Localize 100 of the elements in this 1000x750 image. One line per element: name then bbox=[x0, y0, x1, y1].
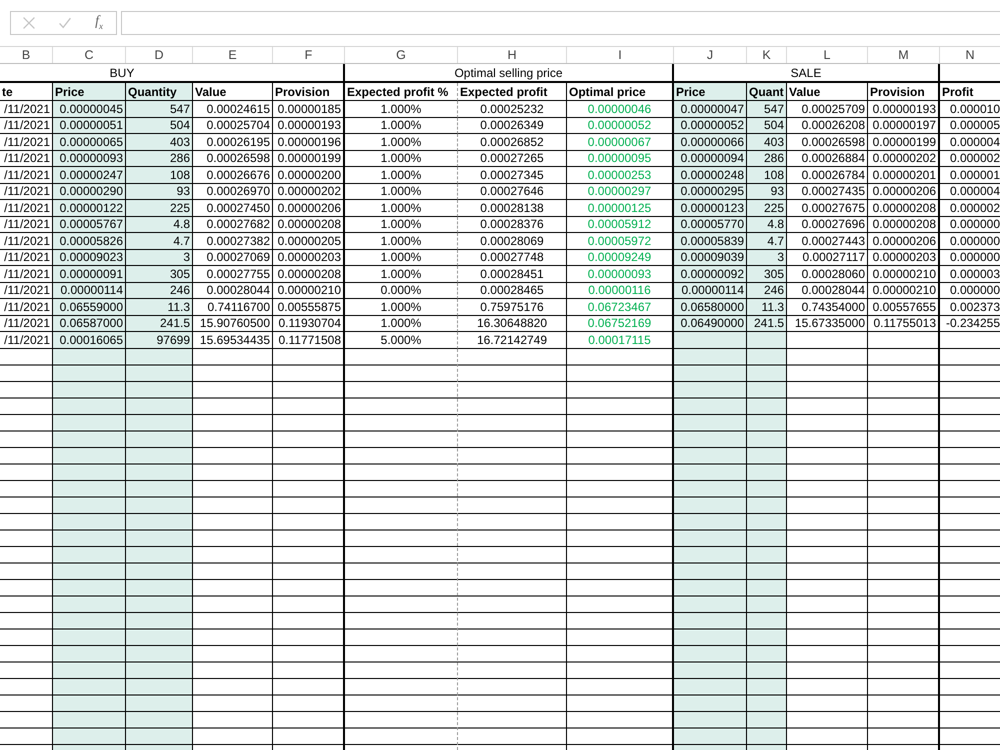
table-cell: 246 bbox=[747, 282, 787, 299]
table-cell: 0.00005839 bbox=[674, 233, 747, 250]
table-cell: 0.00000065 bbox=[53, 134, 126, 150]
column-header[interactable]: F bbox=[273, 47, 345, 63]
table-cell: 93 bbox=[126, 184, 193, 200]
close-icon[interactable] bbox=[23, 17, 35, 29]
table-cell: 0.00000248 bbox=[674, 167, 747, 184]
table-cell: 0.00026598 bbox=[787, 134, 868, 150]
table-cell: 0.00027345 bbox=[458, 167, 567, 184]
column-header[interactable]: E bbox=[193, 47, 273, 63]
table-cell: 547 bbox=[747, 101, 787, 118]
table-cell: 0.00000093 bbox=[53, 150, 126, 167]
column-header[interactable]: D bbox=[126, 47, 193, 63]
table-cell: 0.00000091 bbox=[53, 266, 126, 282]
header-cell: Value bbox=[787, 83, 868, 101]
column-header[interactable]: B bbox=[0, 47, 53, 63]
table-cell: 0.06587000 bbox=[53, 316, 126, 332]
table-cell: 0.00026676 bbox=[193, 167, 273, 184]
table-cell: 93 bbox=[747, 184, 787, 200]
table-cell: 0.00026208 bbox=[787, 118, 868, 134]
table-cell: 0.00026598 bbox=[193, 150, 273, 167]
table-cell: 403 bbox=[747, 134, 787, 150]
table-cell: 225 bbox=[747, 200, 787, 216]
table-cell: 0.00000201 bbox=[868, 167, 940, 184]
table-cell: 1.000% bbox=[345, 200, 458, 216]
column-header[interactable]: L bbox=[787, 47, 868, 63]
table-cell: 0.000003 bbox=[940, 266, 1000, 282]
table-cell: 0.00000185 bbox=[273, 101, 345, 118]
table-cell: 0.00026970 bbox=[193, 184, 273, 200]
table-cell: 0.00000206 bbox=[868, 233, 940, 250]
table-cell: 286 bbox=[126, 150, 193, 167]
table-cell: 0.00028060 bbox=[787, 266, 868, 282]
table-cell: 0.00028138 bbox=[458, 200, 567, 216]
table-cell: 0.00027435 bbox=[787, 184, 868, 200]
table-cell: 0.00557655 bbox=[868, 299, 940, 316]
formula-bar-field[interactable] bbox=[121, 11, 1000, 35]
table-cell: 0.000002 bbox=[940, 150, 1000, 167]
table-cell: 0.00026884 bbox=[787, 150, 868, 167]
table-cell: 0.00000123 bbox=[674, 200, 747, 216]
table-cell: 0.00000094 bbox=[674, 150, 747, 167]
table-cell: 0.00027748 bbox=[458, 250, 567, 266]
table-cell: 11.3 bbox=[747, 299, 787, 316]
table-cell: 0.00000052 bbox=[674, 118, 747, 134]
table-cell: 0.00027682 bbox=[193, 216, 273, 233]
table-cell: 0.00027646 bbox=[458, 184, 567, 200]
table-cell: 0.00000197 bbox=[868, 118, 940, 134]
table-cell: 1.000% bbox=[345, 134, 458, 150]
table-cell: 0.00027069 bbox=[193, 250, 273, 266]
table-cell: 1.000% bbox=[345, 184, 458, 200]
table-cell: 0.00000290 bbox=[53, 184, 126, 200]
table-cell: 1.000% bbox=[345, 316, 458, 332]
column-header[interactable]: N bbox=[940, 47, 1000, 63]
table-cell: 305 bbox=[126, 266, 193, 282]
column-header[interactable]: H bbox=[458, 47, 567, 63]
column-header[interactable]: J bbox=[674, 47, 747, 63]
table-cell: 4.8 bbox=[747, 216, 787, 233]
header-cell: Provision bbox=[273, 83, 345, 101]
table-cell: 4.7 bbox=[126, 233, 193, 250]
table-cell: 0.00000199 bbox=[273, 150, 345, 167]
insert-function-button[interactable]: f$_{x}$ bbox=[94, 15, 104, 31]
column-header[interactable]: I bbox=[567, 47, 674, 63]
table-cell: 0.000000 bbox=[940, 233, 1000, 250]
table-cell: 403 bbox=[126, 134, 193, 150]
table-cell: 1.000% bbox=[345, 233, 458, 250]
table-cell: 15.69534435 bbox=[193, 332, 273, 348]
table-cell: 0.00000114 bbox=[53, 282, 126, 299]
table-cell: 0.00026852 bbox=[458, 134, 567, 150]
table-cell: 16.30648820 bbox=[458, 316, 567, 332]
table-cell: 0.00025709 bbox=[787, 101, 868, 118]
table-cell: 0.00026195 bbox=[193, 134, 273, 150]
table-cell: -0.234255 bbox=[940, 316, 1000, 332]
table-cell: 108 bbox=[126, 167, 193, 184]
table-cell: 0.00000206 bbox=[868, 184, 940, 200]
table-cell: 15.90760500 bbox=[193, 316, 273, 332]
header-cell: Quantity bbox=[126, 83, 193, 101]
table-cell: 0.00027450 bbox=[193, 200, 273, 216]
column-header[interactable]: M bbox=[868, 47, 940, 63]
table-cell: 0.00028376 bbox=[458, 216, 567, 233]
table-cell: 0.00000206 bbox=[273, 200, 345, 216]
table-cell: 0.00000208 bbox=[868, 200, 940, 216]
table-cell: 504 bbox=[747, 118, 787, 134]
table-cell: 16.72142749 bbox=[458, 332, 567, 348]
table-cell: 97699 bbox=[126, 332, 193, 348]
table-cell: 0.06580000 bbox=[674, 299, 747, 316]
table-cell: 0.000004 bbox=[940, 134, 1000, 150]
column-header[interactable]: K bbox=[747, 47, 787, 63]
table-cell: 15.67335000 bbox=[787, 316, 868, 332]
table-cell: 0.00000045 bbox=[53, 101, 126, 118]
group-header: BUY bbox=[110, 66, 134, 80]
table-cell: 0.00027675 bbox=[787, 200, 868, 216]
check-icon[interactable] bbox=[58, 17, 71, 29]
column-header[interactable]: G bbox=[345, 47, 458, 63]
table-cell: 0.00000205 bbox=[273, 233, 345, 250]
table-cell: 0.000000 bbox=[940, 216, 1000, 233]
table-cell: 0.000000 bbox=[940, 250, 1000, 266]
table-cell: 11.3 bbox=[126, 299, 193, 316]
table-cell: 5.000% bbox=[345, 332, 458, 348]
table-cell: 0.00026784 bbox=[787, 167, 868, 184]
column-header[interactable]: C bbox=[53, 47, 126, 63]
table-cell: 0.06490000 bbox=[674, 316, 747, 332]
